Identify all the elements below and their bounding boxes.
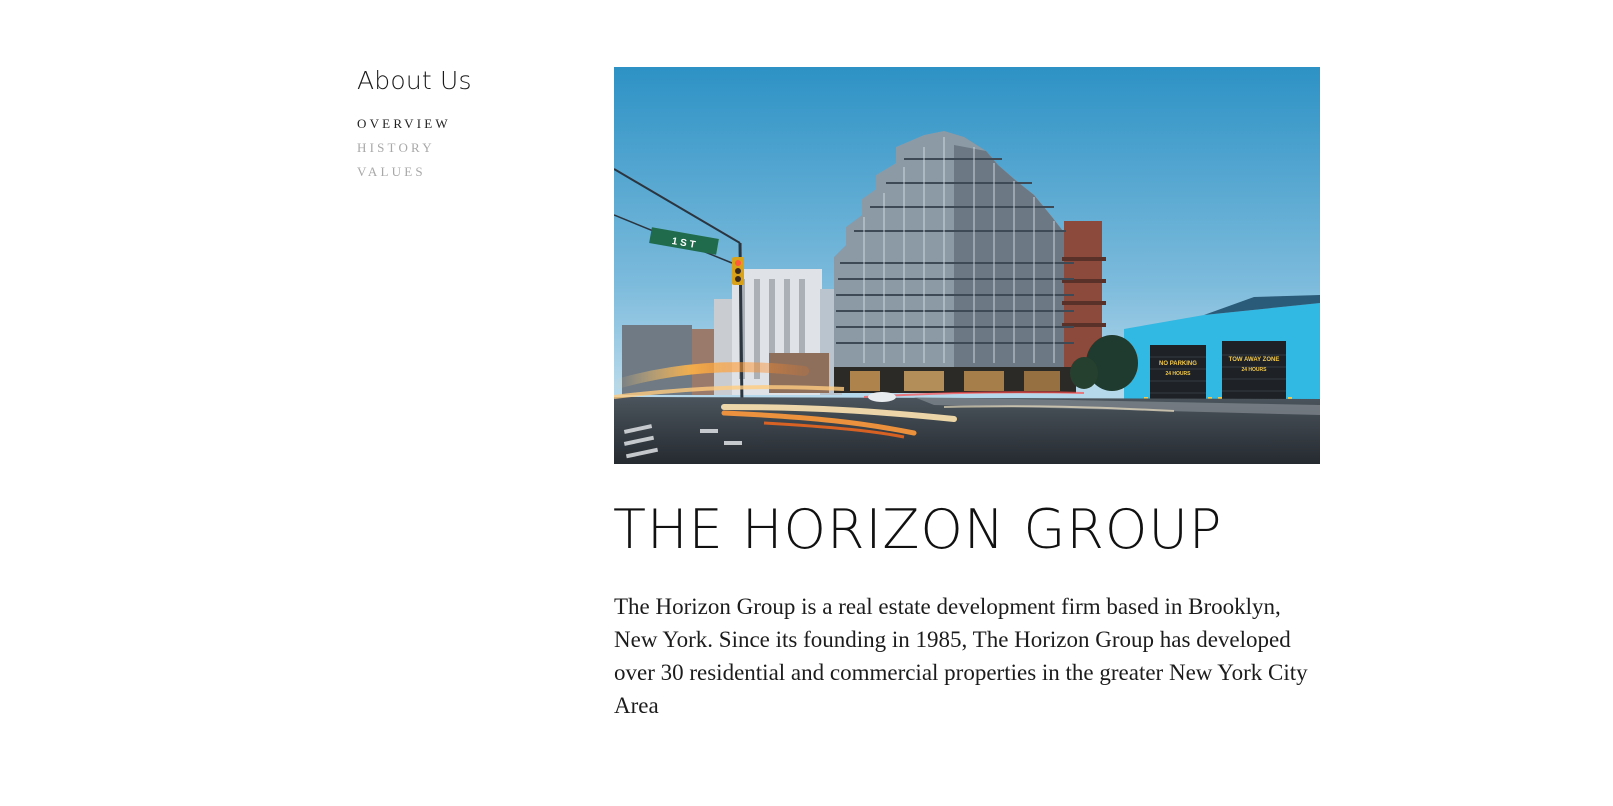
sidebar-item-overview[interactable]: OVERVIEW bbox=[357, 112, 577, 136]
sidebar-title: About Us bbox=[357, 66, 472, 95]
sidebar-item-values[interactable]: VALUES bbox=[357, 160, 577, 184]
hero-photo-illustration: NO PARKING 24 HOURS TOW AWAY ZONE 24 HOU… bbox=[614, 67, 1320, 464]
garage-sign-left: NO PARKING bbox=[1159, 361, 1197, 367]
sidebar: About Us OVERVIEW HISTORY VALUES bbox=[357, 64, 577, 184]
garage-sign-right-sub: 24 HOURS bbox=[1241, 367, 1267, 373]
garage-sign-left-sub: 24 HOURS bbox=[1165, 371, 1191, 377]
garage-sign-right: TOW AWAY ZONE bbox=[1229, 357, 1280, 363]
page-title: THE HORIZON GROUP bbox=[613, 498, 1223, 561]
sidebar-item-history[interactable]: HISTORY bbox=[357, 136, 577, 160]
sidebar-nav: OVERVIEW HISTORY VALUES bbox=[357, 112, 577, 184]
intro-paragraph: The Horizon Group is a real estate devel… bbox=[614, 594, 1308, 718]
hero-image: NO PARKING 24 HOURS TOW AWAY ZONE 24 HOU… bbox=[614, 67, 1320, 464]
